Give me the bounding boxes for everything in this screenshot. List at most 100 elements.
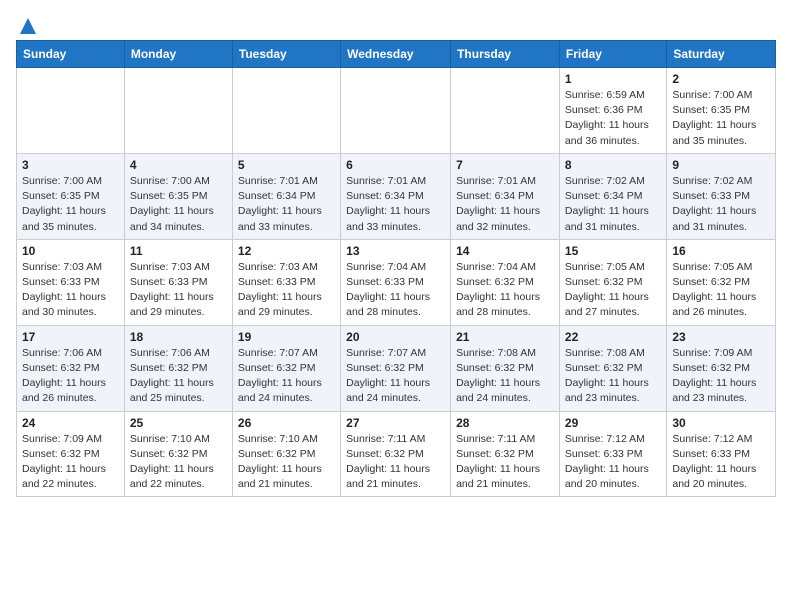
day-number: 10 — [22, 244, 119, 258]
day-info: Sunrise: 7:04 AM Sunset: 6:33 PM Dayligh… — [346, 260, 445, 321]
day-number: 23 — [672, 330, 770, 344]
calendar-week-row: 10 Sunrise: 7:03 AM Sunset: 6:33 PM Dayli… — [17, 239, 776, 325]
calendar-cell: 27 Sunrise: 7:11 AM Sunset: 6:32 PM Dayli… — [341, 411, 451, 497]
day-info: Sunrise: 7:12 AM Sunset: 6:33 PM Dayligh… — [672, 432, 770, 493]
calendar-cell: 9 Sunrise: 7:02 AM Sunset: 6:33 PM Daylig… — [667, 153, 776, 239]
day-info: Sunrise: 7:12 AM Sunset: 6:33 PM Dayligh… — [565, 432, 661, 493]
day-info: Sunrise: 7:02 AM Sunset: 6:34 PM Dayligh… — [565, 174, 661, 235]
day-info: Sunrise: 7:07 AM Sunset: 6:32 PM Dayligh… — [346, 346, 445, 407]
day-number: 11 — [130, 244, 227, 258]
calendar-cell: 11 Sunrise: 7:03 AM Sunset: 6:33 PM Dayli… — [124, 239, 232, 325]
day-info: Sunrise: 7:09 AM Sunset: 6:32 PM Dayligh… — [22, 432, 119, 493]
calendar-cell — [124, 68, 232, 154]
day-info: Sunrise: 7:01 AM Sunset: 6:34 PM Dayligh… — [456, 174, 554, 235]
day-number: 16 — [672, 244, 770, 258]
day-number: 22 — [565, 330, 661, 344]
calendar-cell: 5 Sunrise: 7:01 AM Sunset: 6:34 PM Daylig… — [232, 153, 340, 239]
day-number: 20 — [346, 330, 445, 344]
day-info: Sunrise: 7:03 AM Sunset: 6:33 PM Dayligh… — [130, 260, 227, 321]
day-number: 26 — [238, 416, 335, 430]
calendar-week-row: 24 Sunrise: 7:09 AM Sunset: 6:32 PM Dayli… — [17, 411, 776, 497]
calendar-table: SundayMondayTuesdayWednesdayThursdayFrid… — [16, 40, 776, 497]
logo — [16, 16, 40, 32]
day-number: 27 — [346, 416, 445, 430]
logo-triangle-icon — [18, 16, 38, 36]
day-number: 25 — [130, 416, 227, 430]
day-info: Sunrise: 7:11 AM Sunset: 6:32 PM Dayligh… — [346, 432, 445, 493]
day-info: Sunrise: 7:09 AM Sunset: 6:32 PM Dayligh… — [672, 346, 770, 407]
day-header-thursday: Thursday — [451, 41, 560, 68]
calendar-cell: 23 Sunrise: 7:09 AM Sunset: 6:32 PM Dayli… — [667, 325, 776, 411]
day-number: 17 — [22, 330, 119, 344]
calendar-cell: 28 Sunrise: 7:11 AM Sunset: 6:32 PM Dayli… — [451, 411, 560, 497]
day-header-saturday: Saturday — [667, 41, 776, 68]
calendar-cell: 14 Sunrise: 7:04 AM Sunset: 6:32 PM Dayli… — [451, 239, 560, 325]
day-number: 12 — [238, 244, 335, 258]
day-header-sunday: Sunday — [17, 41, 125, 68]
calendar-cell: 26 Sunrise: 7:10 AM Sunset: 6:32 PM Dayli… — [232, 411, 340, 497]
calendar-cell: 29 Sunrise: 7:12 AM Sunset: 6:33 PM Dayli… — [559, 411, 666, 497]
day-number: 14 — [456, 244, 554, 258]
calendar-cell: 10 Sunrise: 7:03 AM Sunset: 6:33 PM Dayli… — [17, 239, 125, 325]
day-info: Sunrise: 7:01 AM Sunset: 6:34 PM Dayligh… — [238, 174, 335, 235]
calendar-cell: 4 Sunrise: 7:00 AM Sunset: 6:35 PM Daylig… — [124, 153, 232, 239]
day-info: Sunrise: 7:01 AM Sunset: 6:34 PM Dayligh… — [346, 174, 445, 235]
day-info: Sunrise: 7:03 AM Sunset: 6:33 PM Dayligh… — [22, 260, 119, 321]
day-number: 18 — [130, 330, 227, 344]
day-info: Sunrise: 7:06 AM Sunset: 6:32 PM Dayligh… — [22, 346, 119, 407]
calendar-cell: 16 Sunrise: 7:05 AM Sunset: 6:32 PM Dayli… — [667, 239, 776, 325]
day-number: 13 — [346, 244, 445, 258]
calendar-cell: 6 Sunrise: 7:01 AM Sunset: 6:34 PM Daylig… — [341, 153, 451, 239]
day-info: Sunrise: 7:10 AM Sunset: 6:32 PM Dayligh… — [130, 432, 227, 493]
calendar-cell: 18Sunrise: 7:06 AM Sunset: 6:32 PM Dayli… — [124, 325, 232, 411]
day-info: Sunrise: 7:00 AM Sunset: 6:35 PM Dayligh… — [672, 88, 770, 149]
day-info: Sunrise: 6:59 AM Sunset: 6:36 PM Dayligh… — [565, 88, 661, 149]
day-number: 1 — [565, 72, 661, 86]
day-number: 4 — [130, 158, 227, 172]
day-number: 24 — [22, 416, 119, 430]
day-number: 7 — [456, 158, 554, 172]
calendar-header-row: SundayMondayTuesdayWednesdayThursdayFrid… — [17, 41, 776, 68]
day-info: Sunrise: 7:08 AM Sunset: 6:32 PM Dayligh… — [456, 346, 554, 407]
day-info: Sunrise: 7:00 AM Sunset: 6:35 PM Dayligh… — [22, 174, 119, 235]
day-number: 15 — [565, 244, 661, 258]
day-number: 29 — [565, 416, 661, 430]
page-header — [16, 16, 776, 32]
day-info: Sunrise: 7:07 AM Sunset: 6:32 PM Dayligh… — [238, 346, 335, 407]
calendar-cell: 25 Sunrise: 7:10 AM Sunset: 6:32 PM Dayli… — [124, 411, 232, 497]
calendar-cell: 30 Sunrise: 7:12 AM Sunset: 6:33 PM Dayli… — [667, 411, 776, 497]
day-number: 8 — [565, 158, 661, 172]
day-header-friday: Friday — [559, 41, 666, 68]
calendar-week-row: 17 Sunrise: 7:06 AM Sunset: 6:32 PM Dayli… — [17, 325, 776, 411]
day-number: 6 — [346, 158, 445, 172]
calendar-week-row: 1 Sunrise: 6:59 AM Sunset: 6:36 PM Daylig… — [17, 68, 776, 154]
day-info: Sunrise: 7:05 AM Sunset: 6:32 PM Dayligh… — [672, 260, 770, 321]
day-number: 30 — [672, 416, 770, 430]
calendar-cell: 22Sunrise: 7:08 AM Sunset: 6:32 PM Dayli… — [559, 325, 666, 411]
day-info: Sunrise: 7:04 AM Sunset: 6:32 PM Dayligh… — [456, 260, 554, 321]
day-header-tuesday: Tuesday — [232, 41, 340, 68]
day-info: Sunrise: 7:05 AM Sunset: 6:32 PM Dayligh… — [565, 260, 661, 321]
day-number: 19 — [238, 330, 335, 344]
calendar-cell — [17, 68, 125, 154]
calendar-cell: 7 Sunrise: 7:01 AM Sunset: 6:34 PM Daylig… — [451, 153, 560, 239]
day-number: 21 — [456, 330, 554, 344]
calendar-cell: 2 Sunrise: 7:00 AM Sunset: 6:35 PM Daylig… — [667, 68, 776, 154]
calendar-cell: 8 Sunrise: 7:02 AM Sunset: 6:34 PM Daylig… — [559, 153, 666, 239]
calendar-cell: 17 Sunrise: 7:06 AM Sunset: 6:32 PM Dayli… — [17, 325, 125, 411]
day-info: Sunrise: 7:02 AM Sunset: 6:33 PM Dayligh… — [672, 174, 770, 235]
day-number: 9 — [672, 158, 770, 172]
day-info: Sunrise: 7:00 AM Sunset: 6:35 PM Dayligh… — [130, 174, 227, 235]
calendar-cell — [451, 68, 560, 154]
day-header-wednesday: Wednesday — [341, 41, 451, 68]
day-number: 5 — [238, 158, 335, 172]
calendar-week-row: 3Sunrise: 7:00 AM Sunset: 6:35 PM Daylig… — [17, 153, 776, 239]
day-info: Sunrise: 7:03 AM Sunset: 6:33 PM Dayligh… — [238, 260, 335, 321]
day-info: Sunrise: 7:10 AM Sunset: 6:32 PM Dayligh… — [238, 432, 335, 493]
day-number: 28 — [456, 416, 554, 430]
day-info: Sunrise: 7:11 AM Sunset: 6:32 PM Dayligh… — [456, 432, 554, 493]
calendar-cell: 20 Sunrise: 7:07 AM Sunset: 6:32 PM Dayli… — [341, 325, 451, 411]
calendar-cell: 12 Sunrise: 7:03 AM Sunset: 6:33 PM Dayli… — [232, 239, 340, 325]
calendar-cell: 3Sunrise: 7:00 AM Sunset: 6:35 PM Daylig… — [17, 153, 125, 239]
day-number: 2 — [672, 72, 770, 86]
